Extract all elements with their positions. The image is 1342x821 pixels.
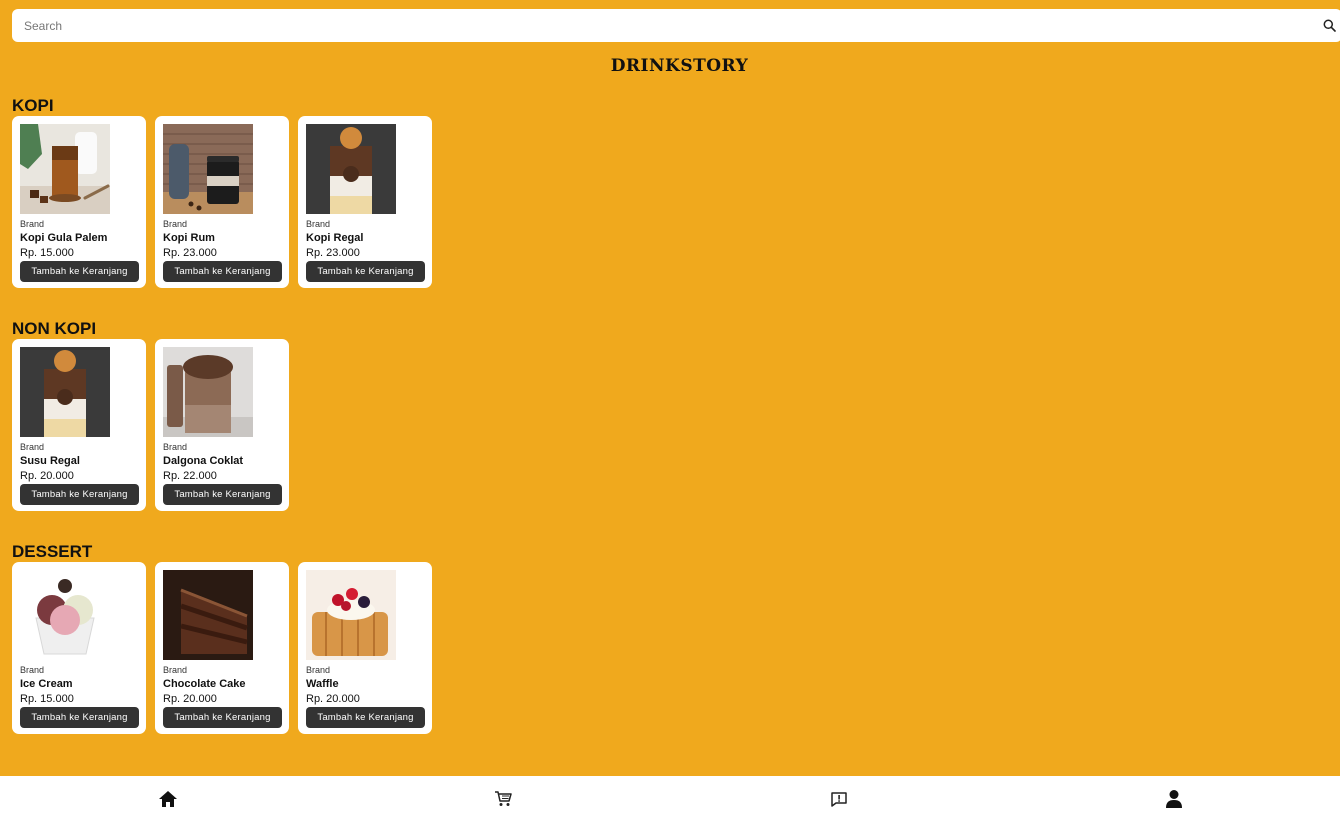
search-input[interactable] <box>12 9 1316 42</box>
section-non-kopi: NON KOPI Brand Susu Regal Rp. 20.000 Tam… <box>12 320 289 511</box>
product-brand: Brand <box>306 665 331 675</box>
product-name: Ice Cream <box>20 678 73 690</box>
add-to-cart-button[interactable]: Tambah ke Keranjang <box>20 707 139 728</box>
product-card[interactable]: Brand Susu Regal Rp. 20.000 Tambah ke Ke… <box>12 339 146 511</box>
product-image <box>163 124 253 214</box>
product-card[interactable]: Brand Waffle Rp. 20.000 Tambah ke Keranj… <box>298 562 432 734</box>
page-title: DRINKSTORY <box>610 56 749 76</box>
product-price: Rp. 22.000 <box>163 470 217 482</box>
product-image <box>306 570 396 660</box>
product-card[interactable]: Brand Kopi Gula Palem Rp. 15.000 Tambah … <box>12 116 146 288</box>
product-name: Kopi Gula Palem <box>20 232 108 244</box>
search-icon[interactable] <box>1316 19 1342 32</box>
search-bar[interactable] <box>12 9 1342 42</box>
bottom-nav <box>0 776 1342 821</box>
product-card[interactable]: Brand Chocolate Cake Rp. 20.000 Tambah k… <box>155 562 289 734</box>
product-name: Kopi Regal <box>306 232 364 244</box>
section-title: DESSERT <box>12 542 93 561</box>
add-to-cart-button[interactable]: Tambah ke Keranjang <box>163 261 282 282</box>
product-card[interactable]: Brand Dalgona Coklat Rp. 22.000 Tambah k… <box>155 339 289 511</box>
nav-cart[interactable] <box>336 776 672 821</box>
product-name: Chocolate Cake <box>163 678 246 690</box>
product-name: Kopi Rum <box>163 232 215 244</box>
product-card[interactable]: Brand Ice Cream Rp. 15.000 Tambah ke Ker… <box>12 562 146 734</box>
feedback-icon[interactable] <box>830 791 848 807</box>
product-price: Rp. 15.000 <box>20 693 74 705</box>
product-brand: Brand <box>20 442 45 452</box>
product-brand: Brand <box>163 442 188 452</box>
add-to-cart-button[interactable]: Tambah ke Keranjang <box>163 707 282 728</box>
cart-icon[interactable] <box>494 790 512 807</box>
product-brand: Brand <box>163 219 188 229</box>
product-price: Rp. 20.000 <box>20 470 74 482</box>
product-price: Rp. 23.000 <box>163 247 217 259</box>
nav-profile[interactable] <box>1007 776 1342 821</box>
product-card[interactable]: Brand Kopi Rum Rp. 23.000 Tambah ke Kera… <box>155 116 289 288</box>
product-name: Waffle <box>306 678 339 690</box>
add-to-cart-button[interactable]: Tambah ke Keranjang <box>306 707 425 728</box>
product-brand: Brand <box>20 219 45 229</box>
product-image <box>306 124 396 214</box>
product-price: Rp. 20.000 <box>163 693 217 705</box>
section-title: NON KOPI <box>12 319 97 338</box>
product-brand: Brand <box>306 219 331 229</box>
add-to-cart-button[interactable]: Tambah ke Keranjang <box>163 484 282 505</box>
product-name: Dalgona Coklat <box>163 455 244 467</box>
home-icon[interactable] <box>158 790 178 808</box>
product-brand: Brand <box>20 665 45 675</box>
section-kopi: KOPI Brand Kopi Gula Palem Rp. 15.000 Ta… <box>12 97 432 288</box>
product-price: Rp. 15.000 <box>20 247 74 259</box>
add-to-cart-button[interactable]: Tambah ke Keranjang <box>306 261 425 282</box>
product-image <box>163 570 253 660</box>
section-dessert: DESSERT Brand Ice Cream Rp. 15.000 Tamba… <box>12 543 432 734</box>
product-image <box>20 124 110 214</box>
product-price: Rp. 20.000 <box>306 693 360 705</box>
add-to-cart-button[interactable]: Tambah ke Keranjang <box>20 261 139 282</box>
product-price: Rp. 23.000 <box>306 247 360 259</box>
nav-feedback[interactable] <box>671 776 1007 821</box>
product-name: Susu Regal <box>20 455 80 467</box>
product-image <box>20 570 110 660</box>
profile-icon[interactable] <box>1165 789 1183 809</box>
product-card[interactable]: Brand Kopi Regal Rp. 23.000 Tambah ke Ke… <box>298 116 432 288</box>
product-image <box>20 347 110 437</box>
nav-home[interactable] <box>0 776 336 821</box>
add-to-cart-button[interactable]: Tambah ke Keranjang <box>20 484 139 505</box>
product-image <box>163 347 253 437</box>
product-brand: Brand <box>163 665 188 675</box>
section-title: KOPI <box>12 96 54 115</box>
